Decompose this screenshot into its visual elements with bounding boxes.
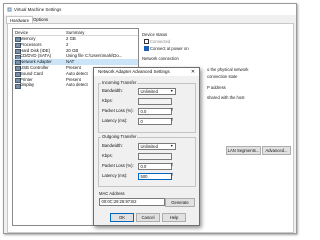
incoming-bandwidth-select[interactable]: Unlimited ▼ (138, 87, 176, 95)
incoming-latency-label: Latency (ms): (102, 118, 128, 123)
incoming-transfer-heading: Incoming Transfer (101, 80, 138, 85)
advanced-button[interactable]: Advanced... (262, 146, 291, 155)
outgoing-bandwidth-label: Bandwidth: (102, 143, 123, 148)
window-title: Virtual Machine Settings (14, 7, 62, 12)
outgoing-packet-loss-label: Packet Loss (%): (102, 163, 134, 168)
connect-at-power-on-checkbox[interactable] (144, 46, 150, 52)
device-name: Display (20, 82, 35, 88)
outgoing-kbps-input[interactable] (138, 152, 172, 160)
nat-description: P address (207, 85, 226, 90)
vm-icon (7, 7, 12, 12)
device-list-header: Device Summary (13, 29, 138, 36)
incoming-kbps-label: Kbps: (102, 98, 113, 103)
incoming-latency-input[interactable]: 0 (138, 117, 172, 125)
chevron-down-icon: ▼ (169, 143, 174, 148)
incoming-kbps-input[interactable] (138, 97, 172, 105)
help-button[interactable]: Help (162, 213, 186, 222)
incoming-latency-spinner[interactable]: ▲ ▼ (170, 117, 174, 124)
incoming-packet-loss-spinner[interactable]: ▲ ▼ (170, 107, 174, 114)
connected-label: Connected (150, 38, 171, 44)
device-status-heading: Device status (142, 32, 168, 37)
tab-options[interactable]: Options (30, 16, 51, 23)
dialog-title: Network Adapter Advanced Settings (94, 68, 199, 76)
incoming-bandwidth-value: Unlimited (140, 88, 158, 94)
chevron-down-icon: ▼ (169, 88, 174, 93)
outgoing-latency-input[interactable]: 500 (138, 172, 172, 180)
mac-address-label: MAC Address (99, 191, 125, 196)
connected-checkbox[interactable] (144, 39, 150, 45)
outgoing-packet-loss-input[interactable]: 0.0 (138, 162, 172, 170)
title-bar: Virtual Machine Settings (4, 4, 296, 15)
network-connection-heading: Network connection (142, 56, 179, 61)
incoming-packet-loss-input[interactable]: 0.0 (138, 107, 172, 115)
host-only-description: shared with the host (207, 95, 245, 100)
mac-address-input[interactable]: 00:0C:29:28:97:B2 (99, 198, 165, 206)
incoming-packet-loss-label: Packet Loss (%): (102, 108, 134, 113)
col-device-header[interactable]: Device (15, 30, 28, 35)
ok-button[interactable]: OK (110, 213, 134, 222)
outgoing-latency-label: Latency (ms): (102, 173, 128, 178)
col-summary-header[interactable]: Summary (66, 30, 84, 35)
outgoing-transfer-heading: Outgoing Transfer (101, 134, 138, 139)
outgoing-kbps-label: Kbps: (102, 153, 113, 158)
close-icon[interactable]: ✕ (189, 68, 197, 76)
outgoing-bandwidth-select[interactable]: Unlimited ▼ (138, 142, 176, 150)
cancel-button[interactable]: Cancel (136, 213, 160, 222)
generate-button[interactable]: Generate (165, 197, 195, 207)
outgoing-latency-spinner[interactable]: ▲ ▼ (170, 172, 174, 179)
bridged-description: o the physical network (207, 67, 249, 72)
connect-at-power-on-label: Connect at power on (150, 45, 189, 51)
incoming-bandwidth-label: Bandwidth: (102, 88, 123, 93)
lan-segments-button[interactable]: LAN Segments... (226, 146, 261, 155)
replicate-state-description: connection state (207, 74, 238, 79)
outgoing-packet-loss-spinner[interactable]: ▲ ▼ (170, 162, 174, 169)
device-summary: Auto detect (66, 82, 88, 88)
network-adapter-advanced-dialog: Network Adapter Advanced Settings ✕ Inco… (93, 67, 200, 226)
outgoing-bandwidth-value: Unlimited (140, 143, 158, 149)
